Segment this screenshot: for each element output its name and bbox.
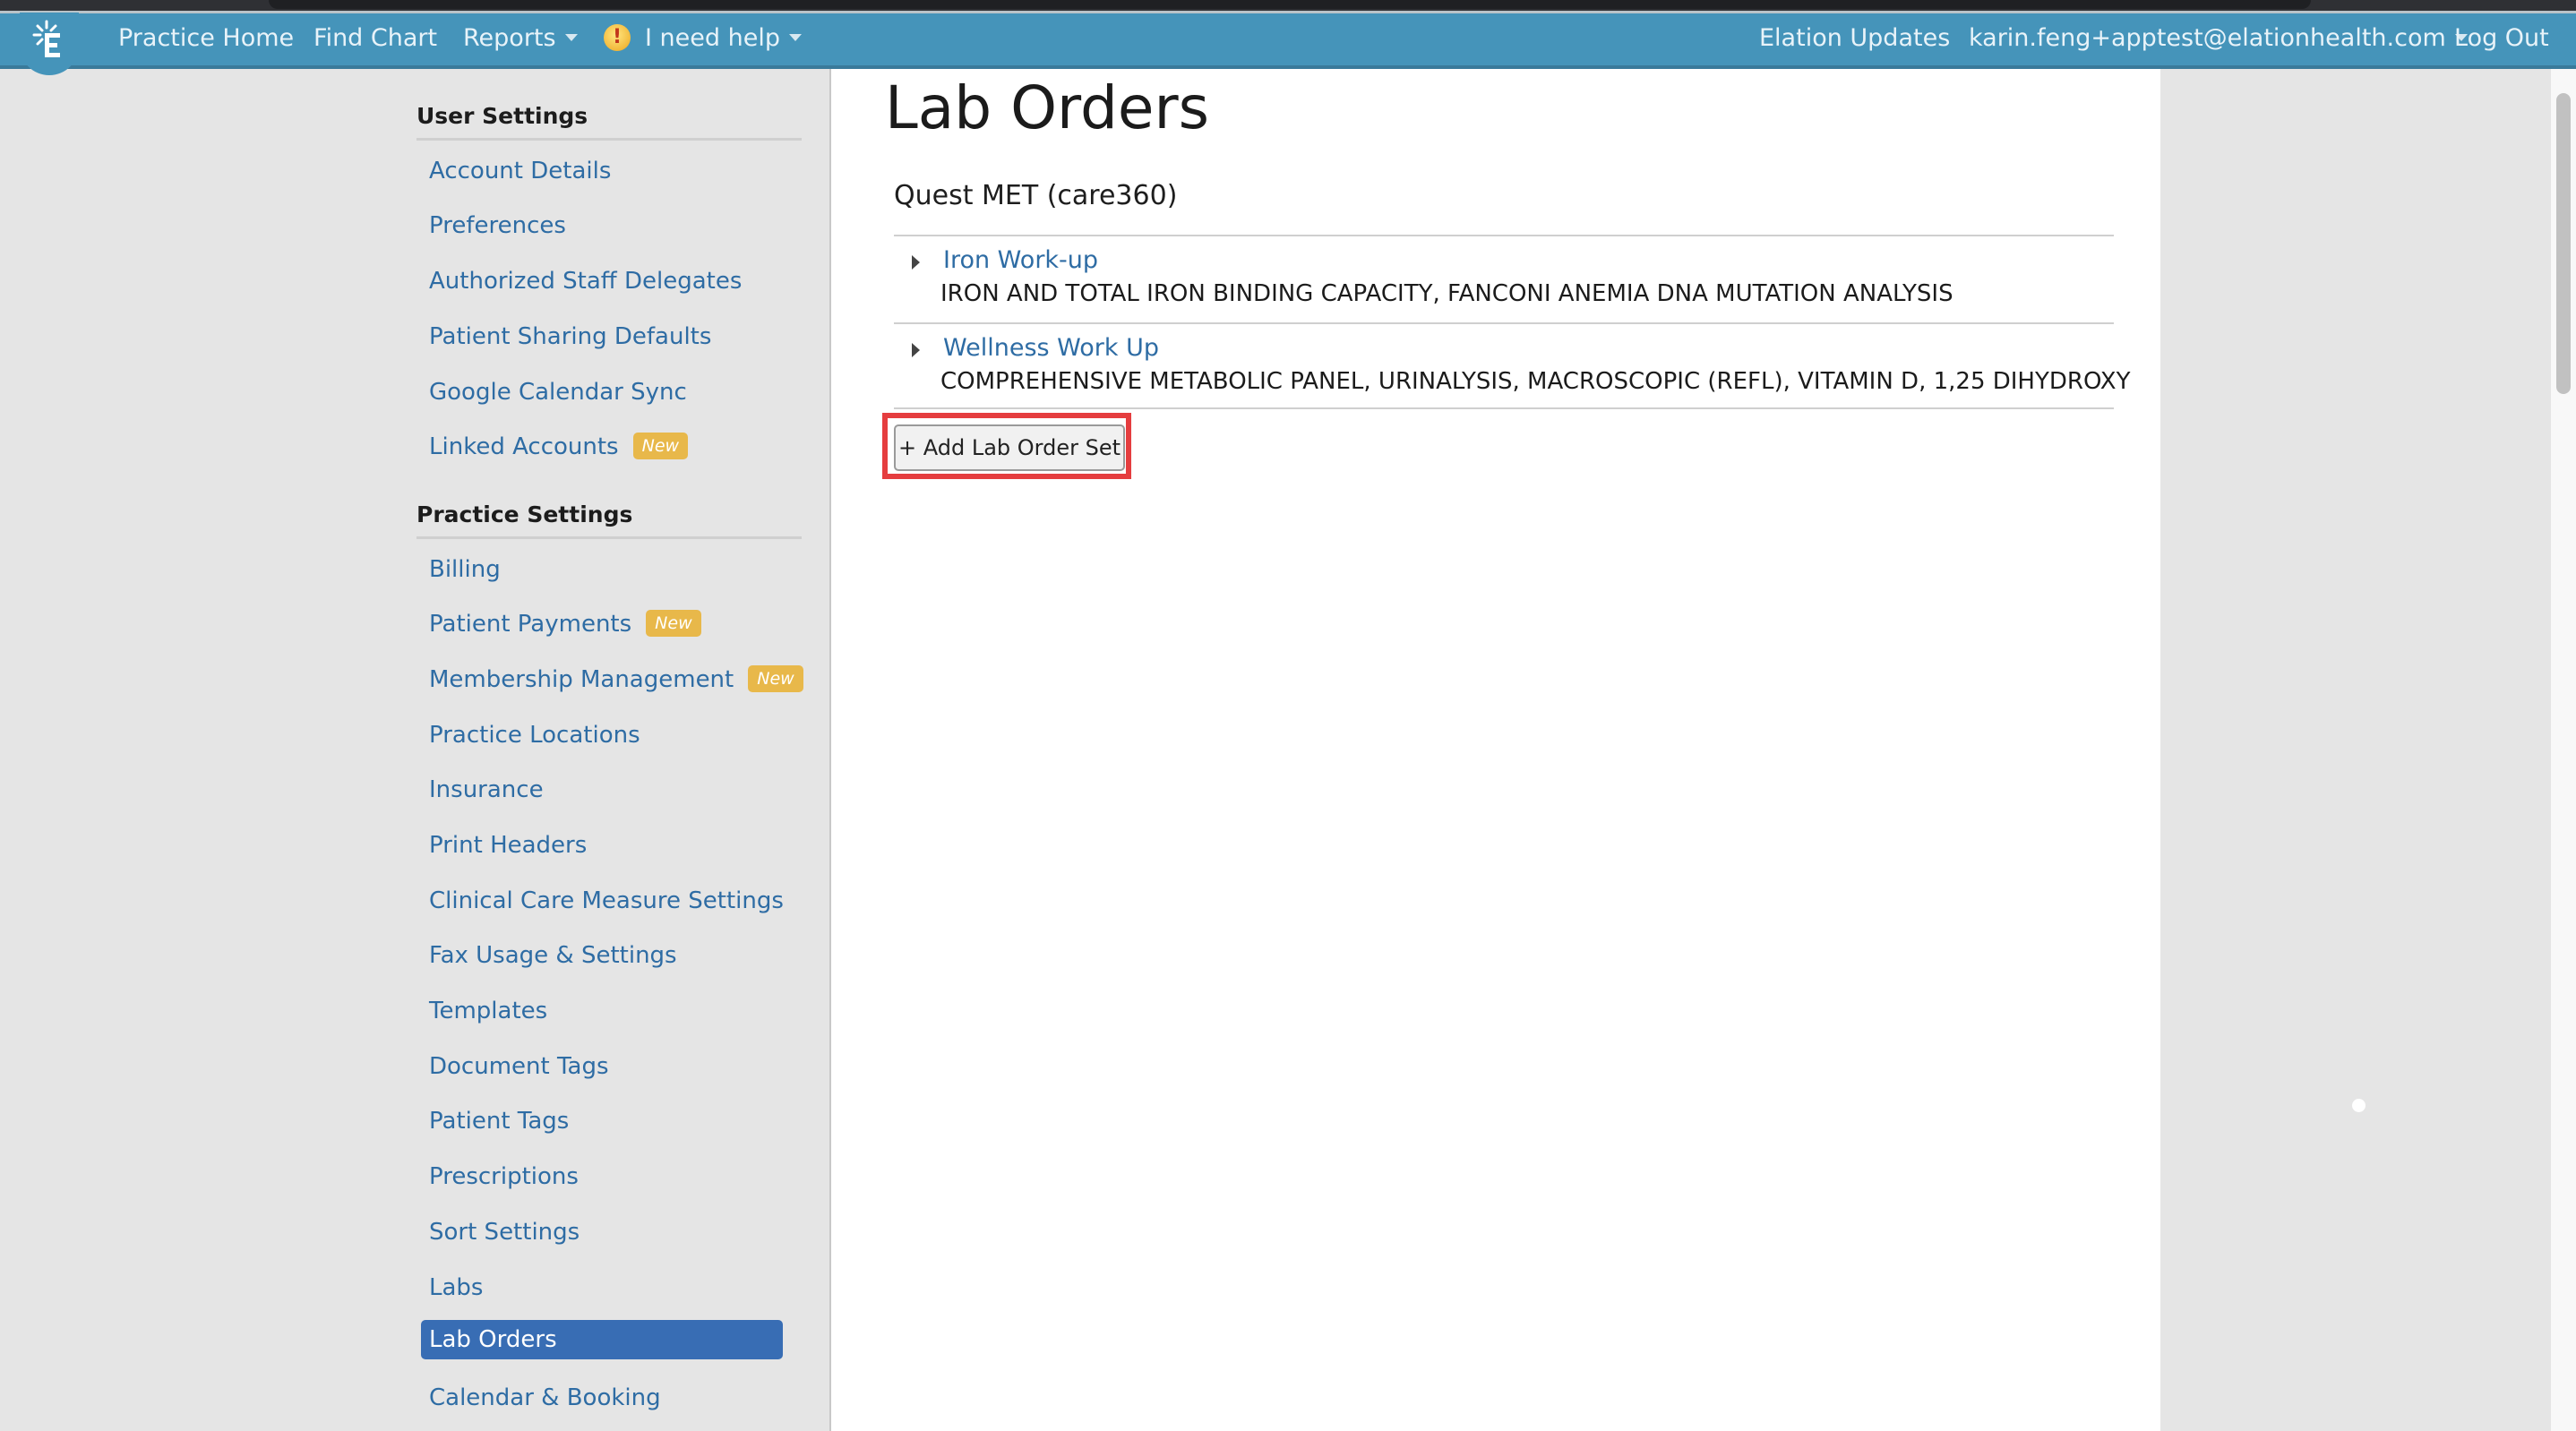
sidebar-item-membership-management[interactable]: Membership Management New — [429, 664, 803, 696]
nav-help-label: I need help — [645, 24, 780, 52]
new-badge: New — [646, 609, 701, 637]
sidebar-item-prescriptions[interactable]: Prescriptions — [429, 1161, 579, 1193]
scrollbar-thumb[interactable] — [2556, 93, 2571, 394]
elation-logo-icon — [32, 20, 60, 57]
order-set-tests: IRON AND TOTAL IRON BINDING CAPACITY, FA… — [940, 280, 1953, 307]
section-heading-user-settings: User Settings — [416, 103, 802, 141]
add-lab-order-set-button[interactable]: + Add Lab Order Set — [894, 424, 1125, 471]
sidebar-item-label: Membership Management — [429, 666, 734, 693]
sidebar-item-patient-sharing-defaults[interactable]: Patient Sharing Defaults — [429, 321, 711, 353]
new-badge: New — [632, 432, 689, 459]
divider — [894, 322, 2114, 324]
page-title: Lab Orders — [885, 73, 1210, 142]
cursor-dot — [2352, 1099, 2366, 1112]
settings-sidebar: User Settings Account Details Preference… — [0, 69, 829, 1431]
sidebar-item-patient-payments[interactable]: Patient Payments New — [429, 608, 701, 640]
sidebar-item-preferences[interactable]: Preferences — [429, 210, 566, 242]
sidebar-item-lab-orders[interactable]: Lab Orders — [421, 1320, 783, 1359]
order-set-tests: COMPREHENSIVE METABOLIC PANEL, URINALYSI… — [940, 368, 2131, 395]
browser-address-area — [269, 0, 2311, 9]
expand-triangle-icon[interactable] — [912, 343, 920, 357]
warning-icon: ! — [604, 23, 631, 51]
nav-practice-home[interactable]: Practice Home — [118, 22, 294, 55]
sidebar-item-label: Linked Accounts — [429, 433, 619, 460]
sidebar-item-google-calendar-sync[interactable]: Google Calendar Sync — [429, 376, 687, 408]
sidebar-item-document-tags[interactable]: Document Tags — [429, 1050, 609, 1083]
sidebar-item-insurance[interactable]: Insurance — [429, 774, 544, 806]
section-heading-practice-settings: Practice Settings — [416, 501, 802, 539]
sidebar-item-account-details[interactable]: Account Details — [429, 155, 611, 187]
sidebar-item-billing[interactable]: Billing — [429, 553, 501, 586]
expand-triangle-icon[interactable] — [912, 255, 920, 270]
divider — [894, 407, 2114, 409]
top-navbar: Practice Home Find Chart Reports ! I need… — [0, 13, 2576, 69]
chevron-down-icon — [564, 34, 578, 41]
elation-logo[interactable] — [20, 13, 79, 75]
sidebar-item-linked-accounts[interactable]: Linked Accounts New — [429, 431, 689, 463]
divider — [894, 235, 2114, 236]
new-badge: New — [748, 664, 803, 692]
sidebar-item-label: Patient Payments — [429, 611, 632, 638]
sidebar-item-clinical-care-measure-settings[interactable]: Clinical Care Measure Settings — [429, 885, 784, 917]
order-set-name-link[interactable]: Iron Work-up — [943, 243, 1098, 278]
sidebar-item-templates[interactable]: Templates — [429, 995, 547, 1027]
nav-reports[interactable]: Reports — [463, 22, 578, 55]
sidebar-item-fax-usage-settings[interactable]: Fax Usage & Settings — [429, 939, 677, 972]
browser-top-strip — [0, 0, 2576, 11]
right-gutter — [2160, 69, 2555, 1431]
nav-elation-updates[interactable]: Elation Updates — [1759, 22, 1950, 55]
user-email: karin.feng+apptest@elationhealth.com — [1969, 24, 2446, 52]
sidebar-item-labs[interactable]: Labs — [429, 1272, 483, 1304]
nav-find-chart[interactable]: Find Chart — [313, 22, 437, 55]
sidebar-item-patient-tags[interactable]: Patient Tags — [429, 1105, 569, 1137]
nav-log-out[interactable]: Log Out — [2454, 22, 2549, 55]
nav-reports-label: Reports — [463, 24, 556, 52]
main-content: Lab Orders Quest MET (care360) Iron Work… — [829, 69, 2162, 1431]
lab-vendor-title: Quest MET (care360) — [894, 180, 1178, 211]
sidebar-item-print-headers[interactable]: Print Headers — [429, 829, 587, 861]
sidebar-item-practice-locations[interactable]: Practice Locations — [429, 719, 640, 751]
sidebar-item-authorized-staff-delegates[interactable]: Authorized Staff Delegates — [429, 265, 742, 297]
order-set-name-link[interactable]: Wellness Work Up — [943, 330, 1159, 366]
nav-user-menu[interactable]: karin.feng+apptest@elationhealth.com — [1969, 22, 2468, 55]
sidebar-item-calendar-booking[interactable]: Calendar & Booking — [429, 1382, 661, 1414]
sidebar-item-sort-settings[interactable]: Sort Settings — [429, 1216, 580, 1248]
nav-help[interactable]: ! I need help — [604, 22, 802, 55]
chevron-down-icon — [788, 34, 802, 41]
